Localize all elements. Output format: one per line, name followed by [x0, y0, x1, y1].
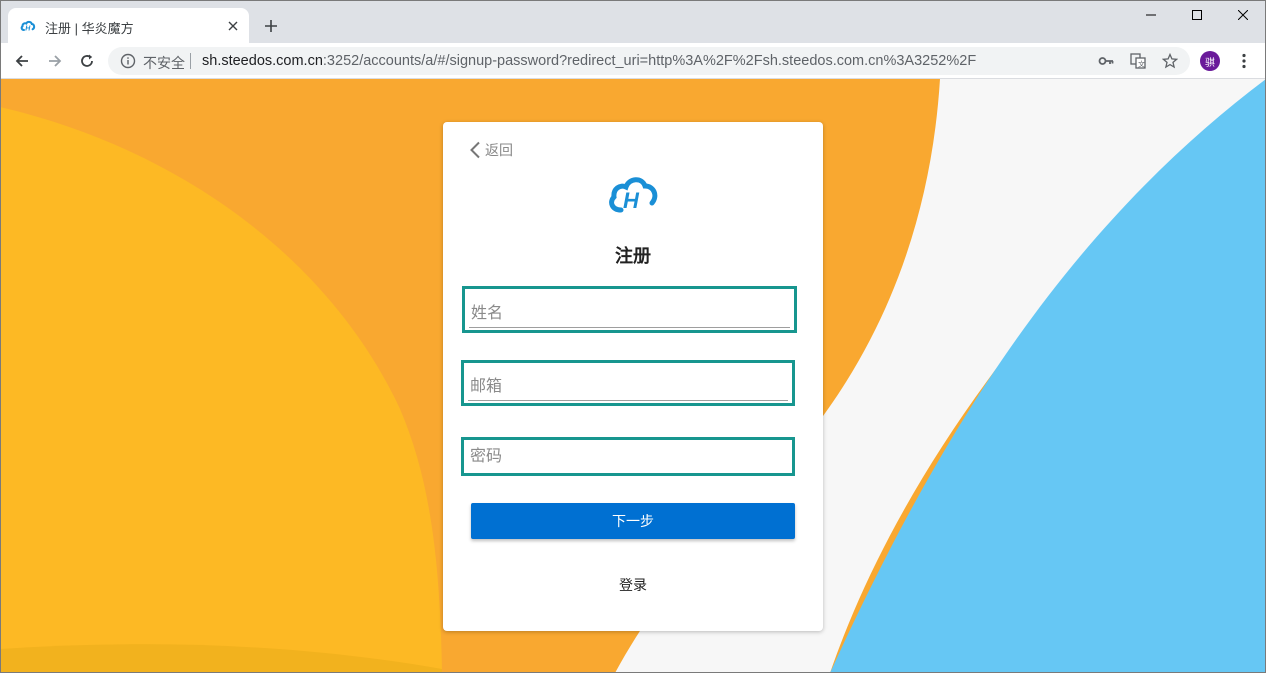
info-icon[interactable] [120, 53, 136, 69]
arrow-right-icon [49, 55, 62, 67]
new-tab-button[interactable] [260, 15, 282, 37]
minimize-button[interactable] [1128, 0, 1174, 30]
arrow-left-icon [15, 55, 28, 67]
back-label: 返回 [485, 142, 513, 158]
login-link[interactable]: 登录 [443, 575, 823, 595]
minimize-icon [1146, 14, 1156, 16]
name-field [462, 286, 797, 333]
tab-close-button[interactable] [224, 17, 242, 35]
address-bar[interactable]: 不安全 sh.steedos.com.cn:3252/accounts/a/#/… [108, 47, 1190, 75]
more-vertical-icon [1242, 53, 1246, 69]
profile-avatar[interactable]: 骐 [1200, 51, 1220, 71]
reload-button[interactable] [74, 48, 100, 74]
svg-text:H: H [25, 26, 31, 33]
reload-icon [81, 54, 93, 67]
separator [190, 53, 191, 69]
star-icon[interactable] [1162, 53, 1178, 69]
cloud-logo-icon: H [609, 177, 658, 213]
url-host: sh.steedos.com.cn [202, 53, 323, 69]
url-text[interactable]: sh.steedos.com.cn:3252/accounts/a/#/sign… [202, 53, 976, 69]
name-input[interactable] [469, 300, 790, 328]
close-window-button[interactable] [1220, 0, 1266, 30]
next-button[interactable]: 下一步 [471, 503, 795, 539]
close-icon [228, 21, 238, 31]
menu-button[interactable] [1234, 51, 1254, 71]
close-icon [1238, 10, 1248, 20]
url-path: :3252/accounts/a/#/signup-password?redir… [322, 53, 977, 69]
browser-tab[interactable]: H 注册 | 华炎魔方 [8, 8, 249, 43]
svg-text:文: 文 [1138, 60, 1145, 69]
plus-icon [265, 20, 277, 32]
back-link[interactable]: 返回 [469, 140, 513, 160]
password-field [461, 437, 795, 476]
key-icon[interactable] [1098, 53, 1114, 69]
browser-toolbar: 不安全 sh.steedos.com.cn:3252/accounts/a/#/… [0, 43, 1266, 79]
page-title: 注册 [615, 246, 651, 266]
maximize-icon [1192, 10, 1202, 20]
cloud-logo-icon: H [20, 20, 36, 33]
translate-icon[interactable]: 文 [1130, 53, 1146, 69]
maximize-button[interactable] [1174, 0, 1220, 30]
tab-strip: H 注册 | 华炎魔方 [0, 0, 1266, 43]
email-field [461, 360, 795, 406]
chevron-left-icon [470, 141, 480, 159]
email-input[interactable] [468, 373, 788, 401]
security-label: 不安全 [143, 55, 185, 71]
signup-card: 返回 H 注册 下一步 登录 [443, 122, 823, 631]
svg-text:H: H [623, 188, 640, 213]
tab-title: 注册 | 华炎魔方 [45, 21, 134, 36]
page-content: 返回 H 注册 下一步 登录 [0, 79, 1266, 673]
forward-button[interactable] [42, 48, 68, 74]
back-button[interactable] [9, 48, 35, 74]
password-input[interactable] [468, 443, 788, 471]
